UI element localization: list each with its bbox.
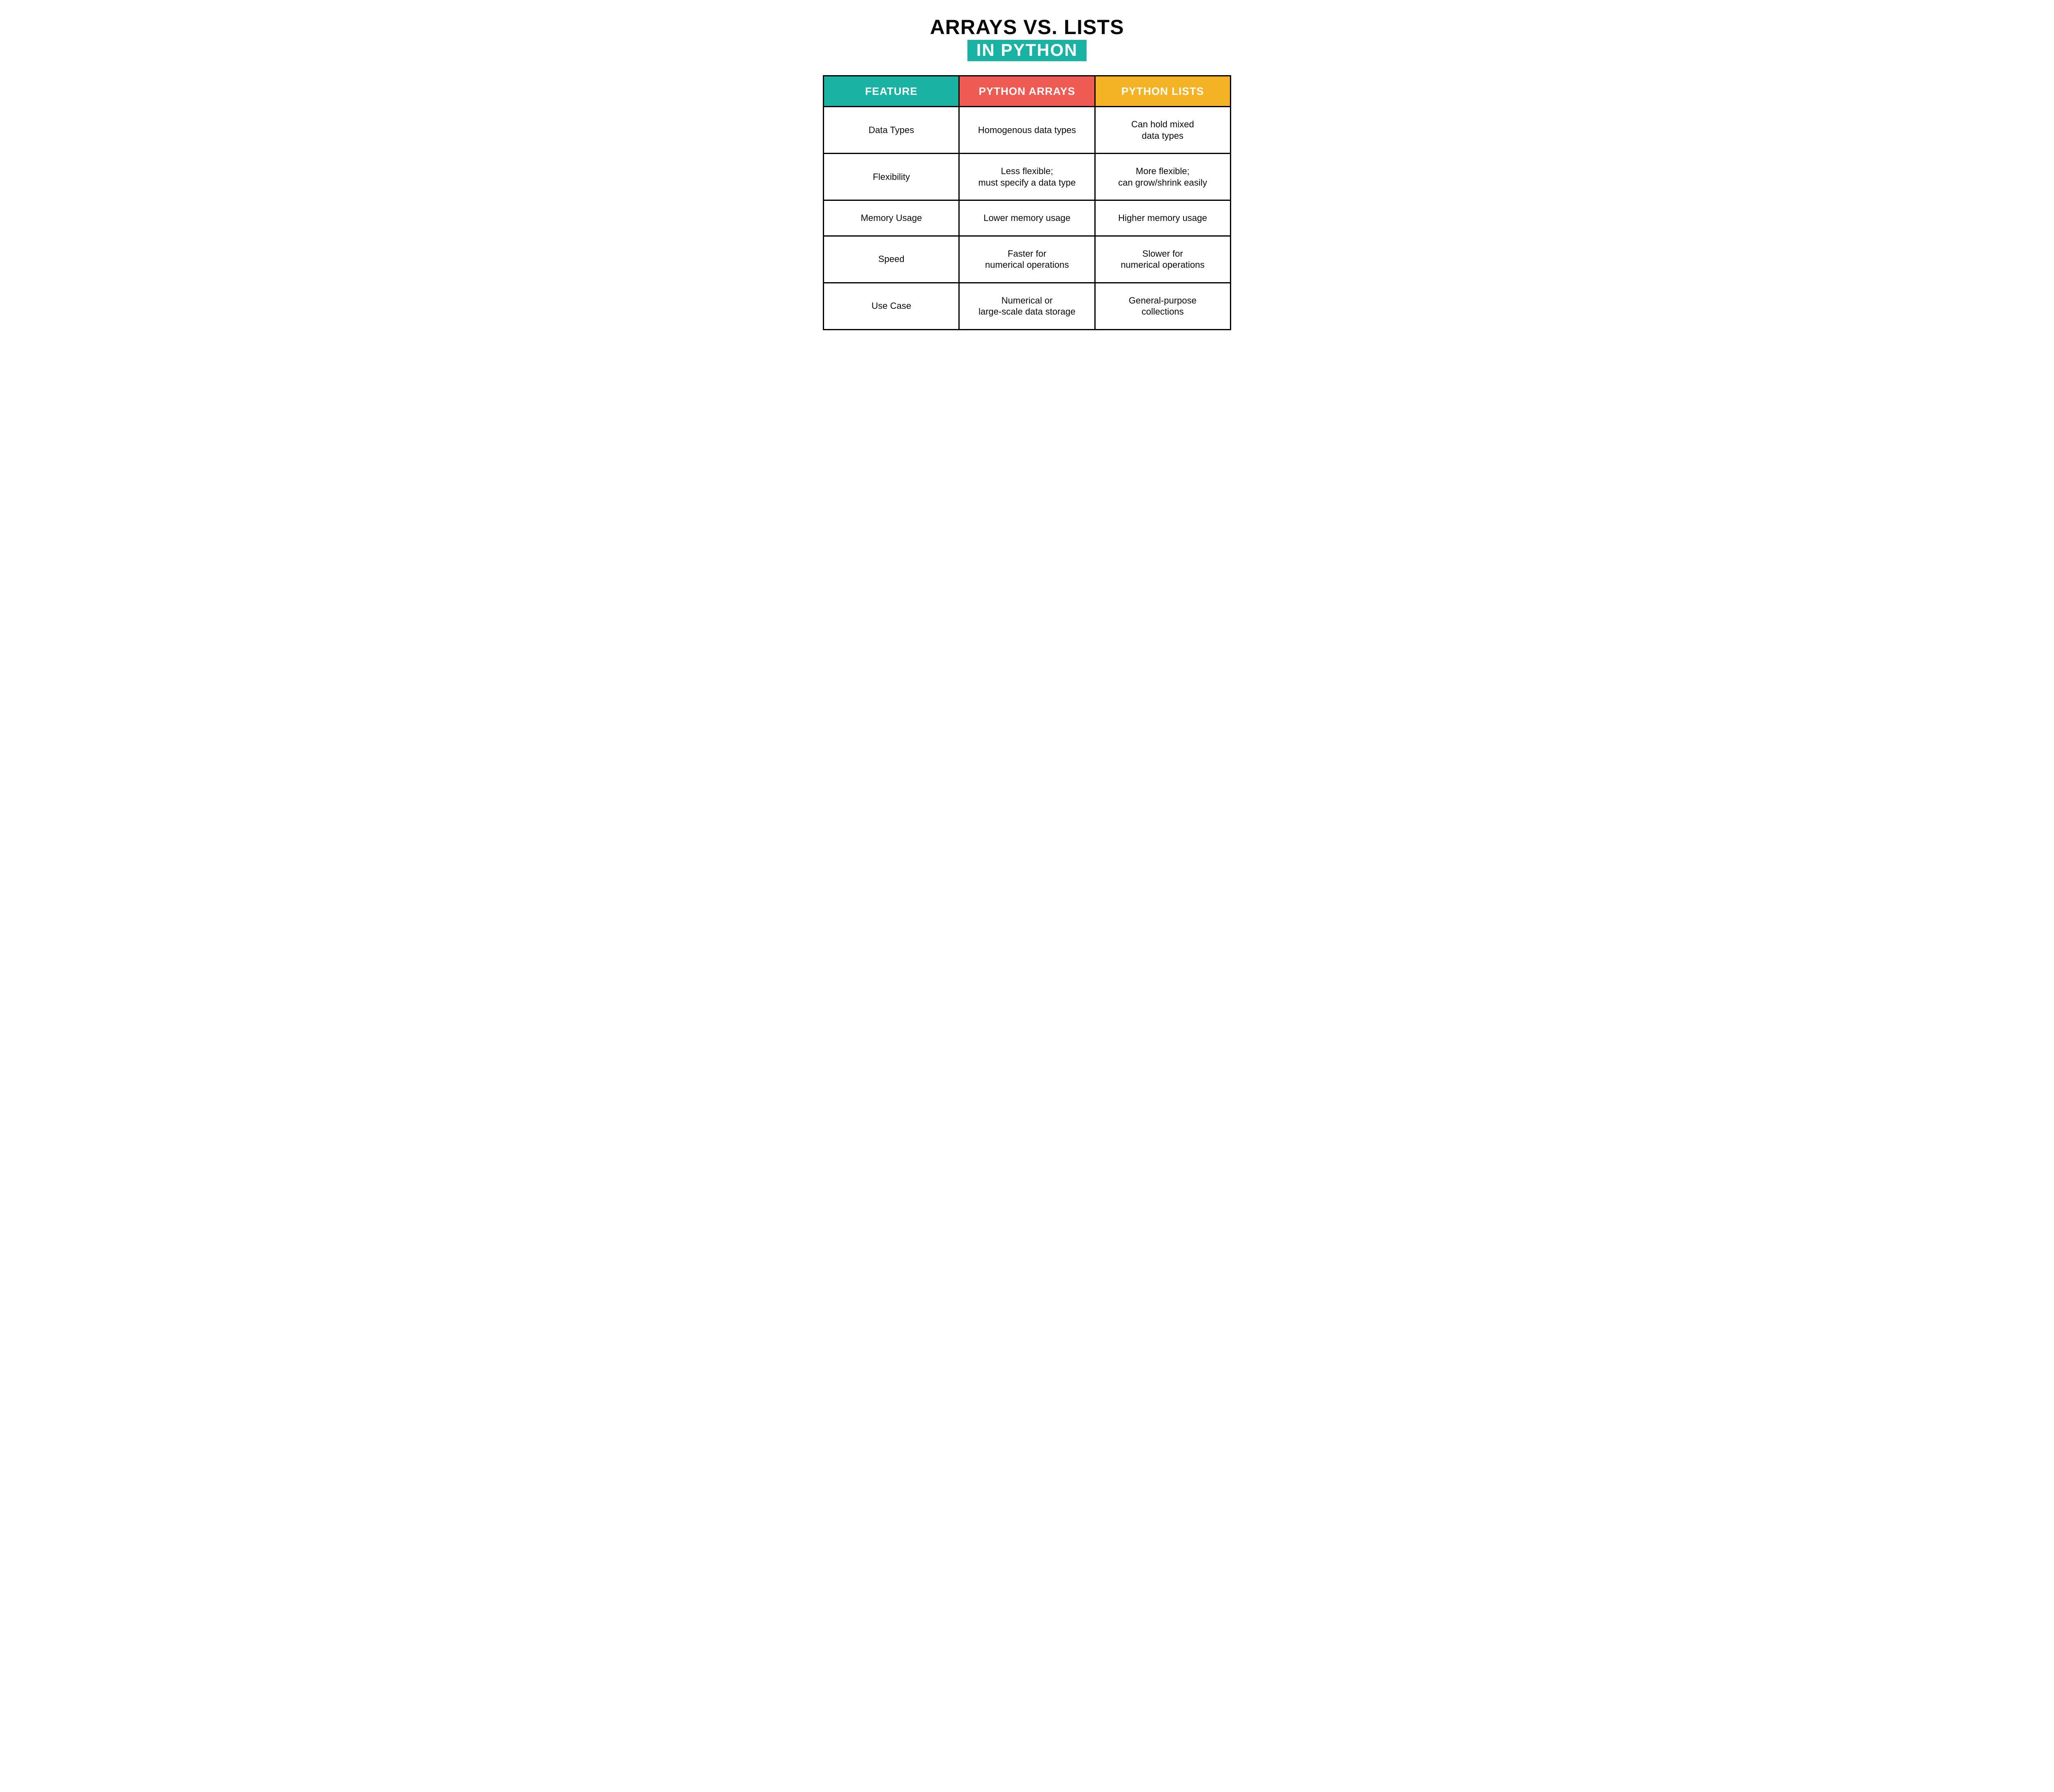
cell-text: More flexible; can grow/shrink easily [1118,166,1207,188]
arrays-cell: Less flexible; must specify a data type [959,154,1095,200]
table-head: FEATURE PYTHON ARRAYS PYTHON LISTS [824,76,1231,107]
feature-cell: Flexibility [824,154,959,200]
cell-text: Flexibility [873,172,910,182]
table-row: Data Types Homogenous data types Can hol… [824,107,1231,154]
arrays-cell: Homogenous data types [959,107,1095,154]
lists-cell: Higher memory usage [1095,200,1230,236]
feature-cell: Memory Usage [824,200,959,236]
title-line-1: ARRAYS VS. LISTS [805,16,1249,38]
lists-cell: More flexible; can grow/shrink easily [1095,154,1230,200]
cell-text: Less flexible; must specify a data type [978,166,1075,188]
comparison-table: FEATURE PYTHON ARRAYS PYTHON LISTS Data … [823,75,1231,330]
feature-cell: Use Case [824,283,959,329]
lists-cell: Slower for numerical operations [1095,236,1230,283]
header-row: FEATURE PYTHON ARRAYS PYTHON LISTS [824,76,1231,107]
header-feature: FEATURE [824,76,959,107]
arrays-cell: Lower memory usage [959,200,1095,236]
table-row: Memory Usage Lower memory usage Higher m… [824,200,1231,236]
lists-cell: General-purpose collections [1095,283,1230,329]
table-row: Flexibility Less flexible; must specify … [824,154,1231,200]
lists-cell: Can hold mixed data types [1095,107,1230,154]
feature-cell: Data Types [824,107,959,154]
arrays-cell: Numerical or large-scale data storage [959,283,1095,329]
cell-text: Slower for numerical operations [1121,248,1204,270]
arrays-cell: Faster for numerical operations [959,236,1095,283]
feature-cell: Speed [824,236,959,283]
cell-text: Faster for numerical operations [985,248,1069,270]
table-row: Speed Faster for numerical operations Sl… [824,236,1231,283]
cell-text: Higher memory usage [1118,213,1207,223]
cell-text: Data Types [868,125,914,135]
header-arrays: PYTHON ARRAYS [959,76,1095,107]
cell-text: Lower memory usage [983,213,1071,223]
cell-text: Can hold mixed data types [1131,119,1194,141]
cell-text: Memory Usage [861,213,922,223]
table-body: Data Types Homogenous data types Can hol… [824,107,1231,330]
page: ARRAYS VS. LISTS IN PYTHON FEATURE PYTHO… [805,16,1249,330]
cell-text: Homogenous data types [978,125,1076,135]
title-line-2: IN PYTHON [976,40,1078,60]
cell-text: Speed [878,254,905,264]
title-block: ARRAYS VS. LISTS IN PYTHON [805,16,1249,61]
header-lists: PYTHON LISTS [1095,76,1230,107]
cell-text: Use Case [872,301,912,311]
table-row: Use Case Numerical or large-scale data s… [824,283,1231,329]
cell-text: Numerical or large-scale data storage [979,295,1075,317]
cell-text: General-purpose collections [1129,295,1197,317]
title-highlight: IN PYTHON [967,40,1087,61]
